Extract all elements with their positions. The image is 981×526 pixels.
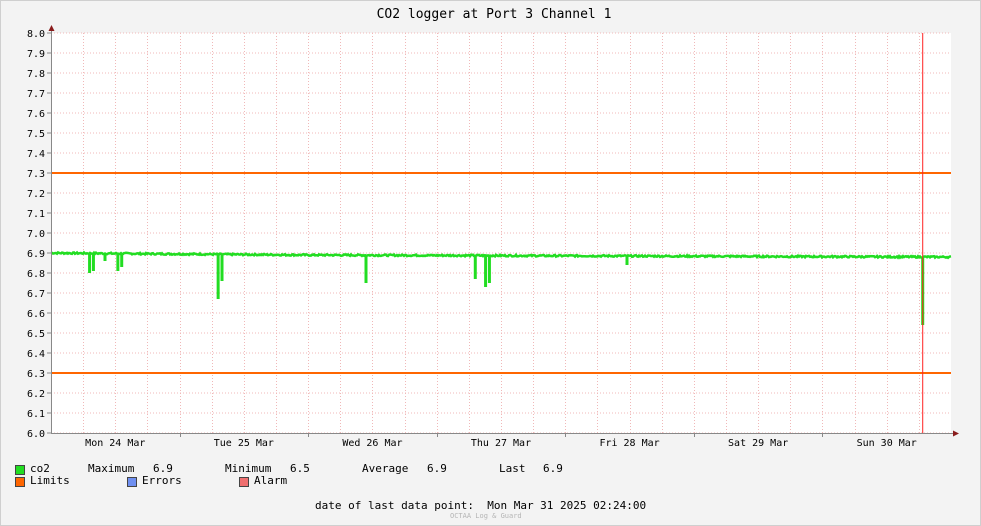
y-tick-label: 8.0	[27, 29, 45, 40]
y-tick-label: 7.9	[27, 49, 45, 60]
y-axis-ticks: 6.0 6.1 6.2 6.3 6.4 6.5 6.6 6.7 6.8 6.9 7.0 7.1 7.2 7…	[27, 29, 51, 440]
x-tick-label: Fri 28 Mar	[599, 438, 659, 449]
legend-last-label: Last	[499, 462, 526, 475]
legend-max-label: Maximum	[88, 462, 135, 475]
legend-avg-value: 6.9	[427, 462, 447, 475]
legend-min-value: 6.5	[290, 462, 310, 475]
y-axis-arrow	[48, 25, 55, 31]
x-tick-label: Wed 26 Mar	[342, 438, 402, 449]
x-tick-label: Sun 30 Mar	[857, 438, 917, 449]
legend-last-value: 6.9	[543, 462, 563, 475]
y-tick-label: 6.7	[27, 289, 45, 300]
y-tick-label: 7.2	[27, 189, 45, 200]
legend-errors-label: Errors	[142, 474, 182, 487]
y-tick-label: 7.3	[27, 169, 45, 180]
chart-title: CO2 logger at Port 3 Channel 1	[377, 7, 612, 22]
legend-alarm-label: Alarm	[254, 474, 288, 487]
x-tick-label: Thu 27 Mar	[471, 438, 531, 449]
y-tick-label: 6.9	[27, 249, 45, 260]
errors-swatch	[127, 477, 137, 487]
co2-swatch	[15, 465, 25, 475]
x-tick-label: Sat 29 Mar	[728, 438, 788, 449]
x-tick-label: Tue 25 Mar	[214, 438, 274, 449]
legend-limits-label: Limits	[30, 474, 70, 487]
y-tick-label: 7.6	[27, 109, 45, 120]
date-label: date of last data point:	[315, 499, 474, 512]
y-tick-label: 7.7	[27, 89, 45, 100]
x-axis-ticks: Mon 24 Mar Tue 25 Mar Wed 26 Mar Thu 27 Mar…	[85, 433, 917, 449]
y-tick-label: 7.8	[27, 69, 45, 80]
y-tick-label: 6.5	[27, 329, 45, 340]
y-tick-label: 6.0	[27, 429, 45, 440]
x-axis-arrow	[953, 430, 959, 437]
last-data-point: date of last data point: Mon Mar 31 2025…	[315, 499, 646, 512]
y-tick-label: 7.4	[27, 149, 45, 160]
limits-swatch	[15, 477, 25, 487]
y-tick-label: 7.5	[27, 129, 45, 140]
y-tick-label: 7.0	[27, 229, 45, 240]
y-tick-label: 6.3	[27, 369, 45, 380]
credit-text: OCTAA Log & Guard	[450, 512, 522, 520]
y-tick-label: 6.4	[27, 349, 45, 360]
alarm-swatch	[239, 477, 249, 487]
y-tick-label: 6.6	[27, 309, 45, 320]
y-tick-label: 6.1	[27, 409, 45, 420]
legend-avg-label: Average	[362, 462, 409, 475]
y-tick-label: 7.1	[27, 209, 45, 220]
chart-plot: CO2 logger at Port 3 Channel 1 6.0 6.1 6.2…	[27, 7, 959, 449]
y-tick-label: 6.8	[27, 269, 45, 280]
date-value: Mon Mar 31 2025 02:24:00	[487, 499, 647, 512]
x-tick-label: Mon 24 Mar	[85, 438, 145, 449]
y-tick-label: 6.2	[27, 389, 45, 400]
